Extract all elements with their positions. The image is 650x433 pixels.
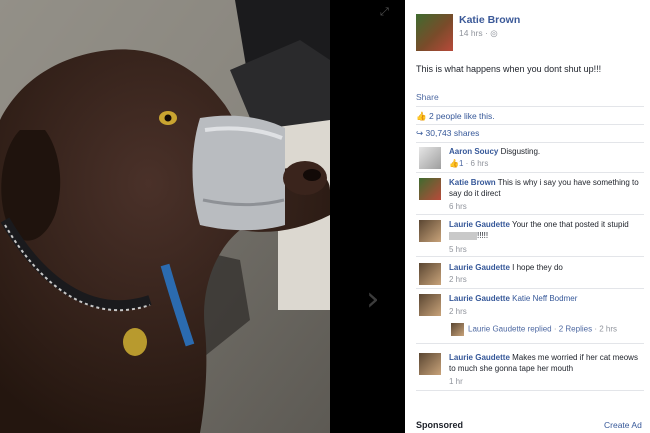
commenter-avatar[interactable]	[419, 147, 441, 169]
comment-like-count[interactable]: 1	[459, 159, 463, 168]
likes-count[interactable]: 2 people like this.	[429, 111, 495, 121]
comment-body: Laurie Gaudette Katie Neff Bodmer	[449, 293, 643, 304]
comment-text: Disgusting.	[500, 147, 541, 156]
post-details-panel: Katie Brown 14 hrs · ◎ This is what happ…	[405, 0, 650, 433]
comment-text: I hope they do	[512, 263, 563, 272]
divider	[416, 172, 644, 173]
post-text: This is what happens when you dont shut …	[416, 64, 602, 74]
create-ad-link[interactable]: Create Ad	[604, 420, 642, 430]
share-arrow-icon: ↪	[416, 128, 424, 138]
comment-meta: 👍1 · 6 hrs	[449, 159, 489, 168]
comment-time[interactable]: 2 hrs	[449, 307, 467, 316]
replies-row[interactable]: Laurie Gaudette replied · 2 Replies · 2 …	[451, 323, 617, 336]
commenter-name[interactable]: Laurie Gaudette	[449, 220, 510, 229]
next-photo-arrow-icon[interactable]: ›	[366, 282, 380, 316]
commenter-avatar[interactable]	[419, 353, 441, 375]
divider	[416, 106, 644, 107]
reply-author[interactable]: Laurie Gaudette	[468, 325, 525, 334]
share-link[interactable]: Share	[416, 92, 439, 102]
divider	[416, 124, 644, 125]
comment-body: Laurie Gaudette I hope they do	[449, 262, 643, 273]
comment-text-tail: !!!!!	[477, 231, 489, 240]
tagged-name[interactable]: Katie Neff Bodmer	[512, 294, 577, 303]
divider	[416, 256, 644, 257]
shares-row[interactable]: ↪ 30,743 shares	[416, 128, 479, 139]
commenter-avatar[interactable]	[419, 263, 441, 285]
author-name[interactable]: Katie Brown	[459, 14, 520, 26]
divider	[416, 390, 644, 391]
replies-count[interactable]: 2 Replies	[559, 325, 592, 334]
comment-time[interactable]: 1 hr	[449, 377, 463, 386]
reply-avatar	[451, 323, 464, 336]
commenter-avatar[interactable]	[419, 220, 441, 242]
globe-icon: ◎	[490, 28, 498, 38]
thumbs-up-icon: 👍	[449, 159, 459, 168]
divider	[416, 288, 644, 289]
commenter-name[interactable]: Laurie Gaudette	[449, 294, 510, 303]
commenter-name[interactable]: Laurie Gaudette	[449, 353, 510, 362]
expand-icon[interactable]: ⤢	[380, 6, 389, 19]
commenter-avatar[interactable]	[419, 178, 441, 200]
post-time[interactable]: 14 hrs	[459, 28, 483, 38]
lightbox-background	[330, 0, 405, 433]
reply-time[interactable]: 2 hrs	[599, 325, 617, 334]
commenter-name[interactable]: Aaron Soucy	[449, 147, 498, 156]
thumbs-up-icon: 👍	[416, 111, 427, 121]
commenter-name[interactable]: Katie Brown	[449, 178, 496, 187]
commenter-name[interactable]: Laurie Gaudette	[449, 263, 510, 272]
comment-time[interactable]: 2 hrs	[449, 275, 467, 284]
commenter-avatar[interactable]	[419, 294, 441, 316]
divider	[416, 214, 644, 215]
post-meta: 14 hrs · ◎	[459, 28, 498, 39]
comment-body: Laurie Gaudette Your the one that posted…	[449, 219, 643, 241]
divider	[416, 343, 644, 344]
author-avatar[interactable]	[416, 14, 453, 51]
comment-time[interactable]: 6 hrs	[471, 159, 489, 168]
comment-time[interactable]: 5 hrs	[449, 245, 467, 254]
meta-separator: ·	[485, 28, 488, 38]
divider	[416, 142, 644, 143]
comment-text: Your the one that posted it stupid	[511, 220, 629, 229]
comment-body: Katie Brown This is why i say you have s…	[449, 177, 643, 199]
comment-body: Laurie Gaudette Makes me worried if her …	[449, 352, 643, 374]
comment-body: Aaron Soucy Disgusting.	[449, 146, 643, 157]
sponsored-heading: Sponsored	[416, 420, 464, 430]
dog-photo-illustration	[0, 0, 330, 433]
censored-text	[449, 231, 477, 240]
comment-time[interactable]: 6 hrs	[449, 202, 467, 211]
shares-count[interactable]: 30,743 shares	[426, 128, 480, 138]
reply-action[interactable]: replied	[528, 325, 552, 334]
likes-row[interactable]: 👍 2 people like this.	[416, 111, 495, 122]
post-photo[interactable]	[0, 0, 330, 433]
